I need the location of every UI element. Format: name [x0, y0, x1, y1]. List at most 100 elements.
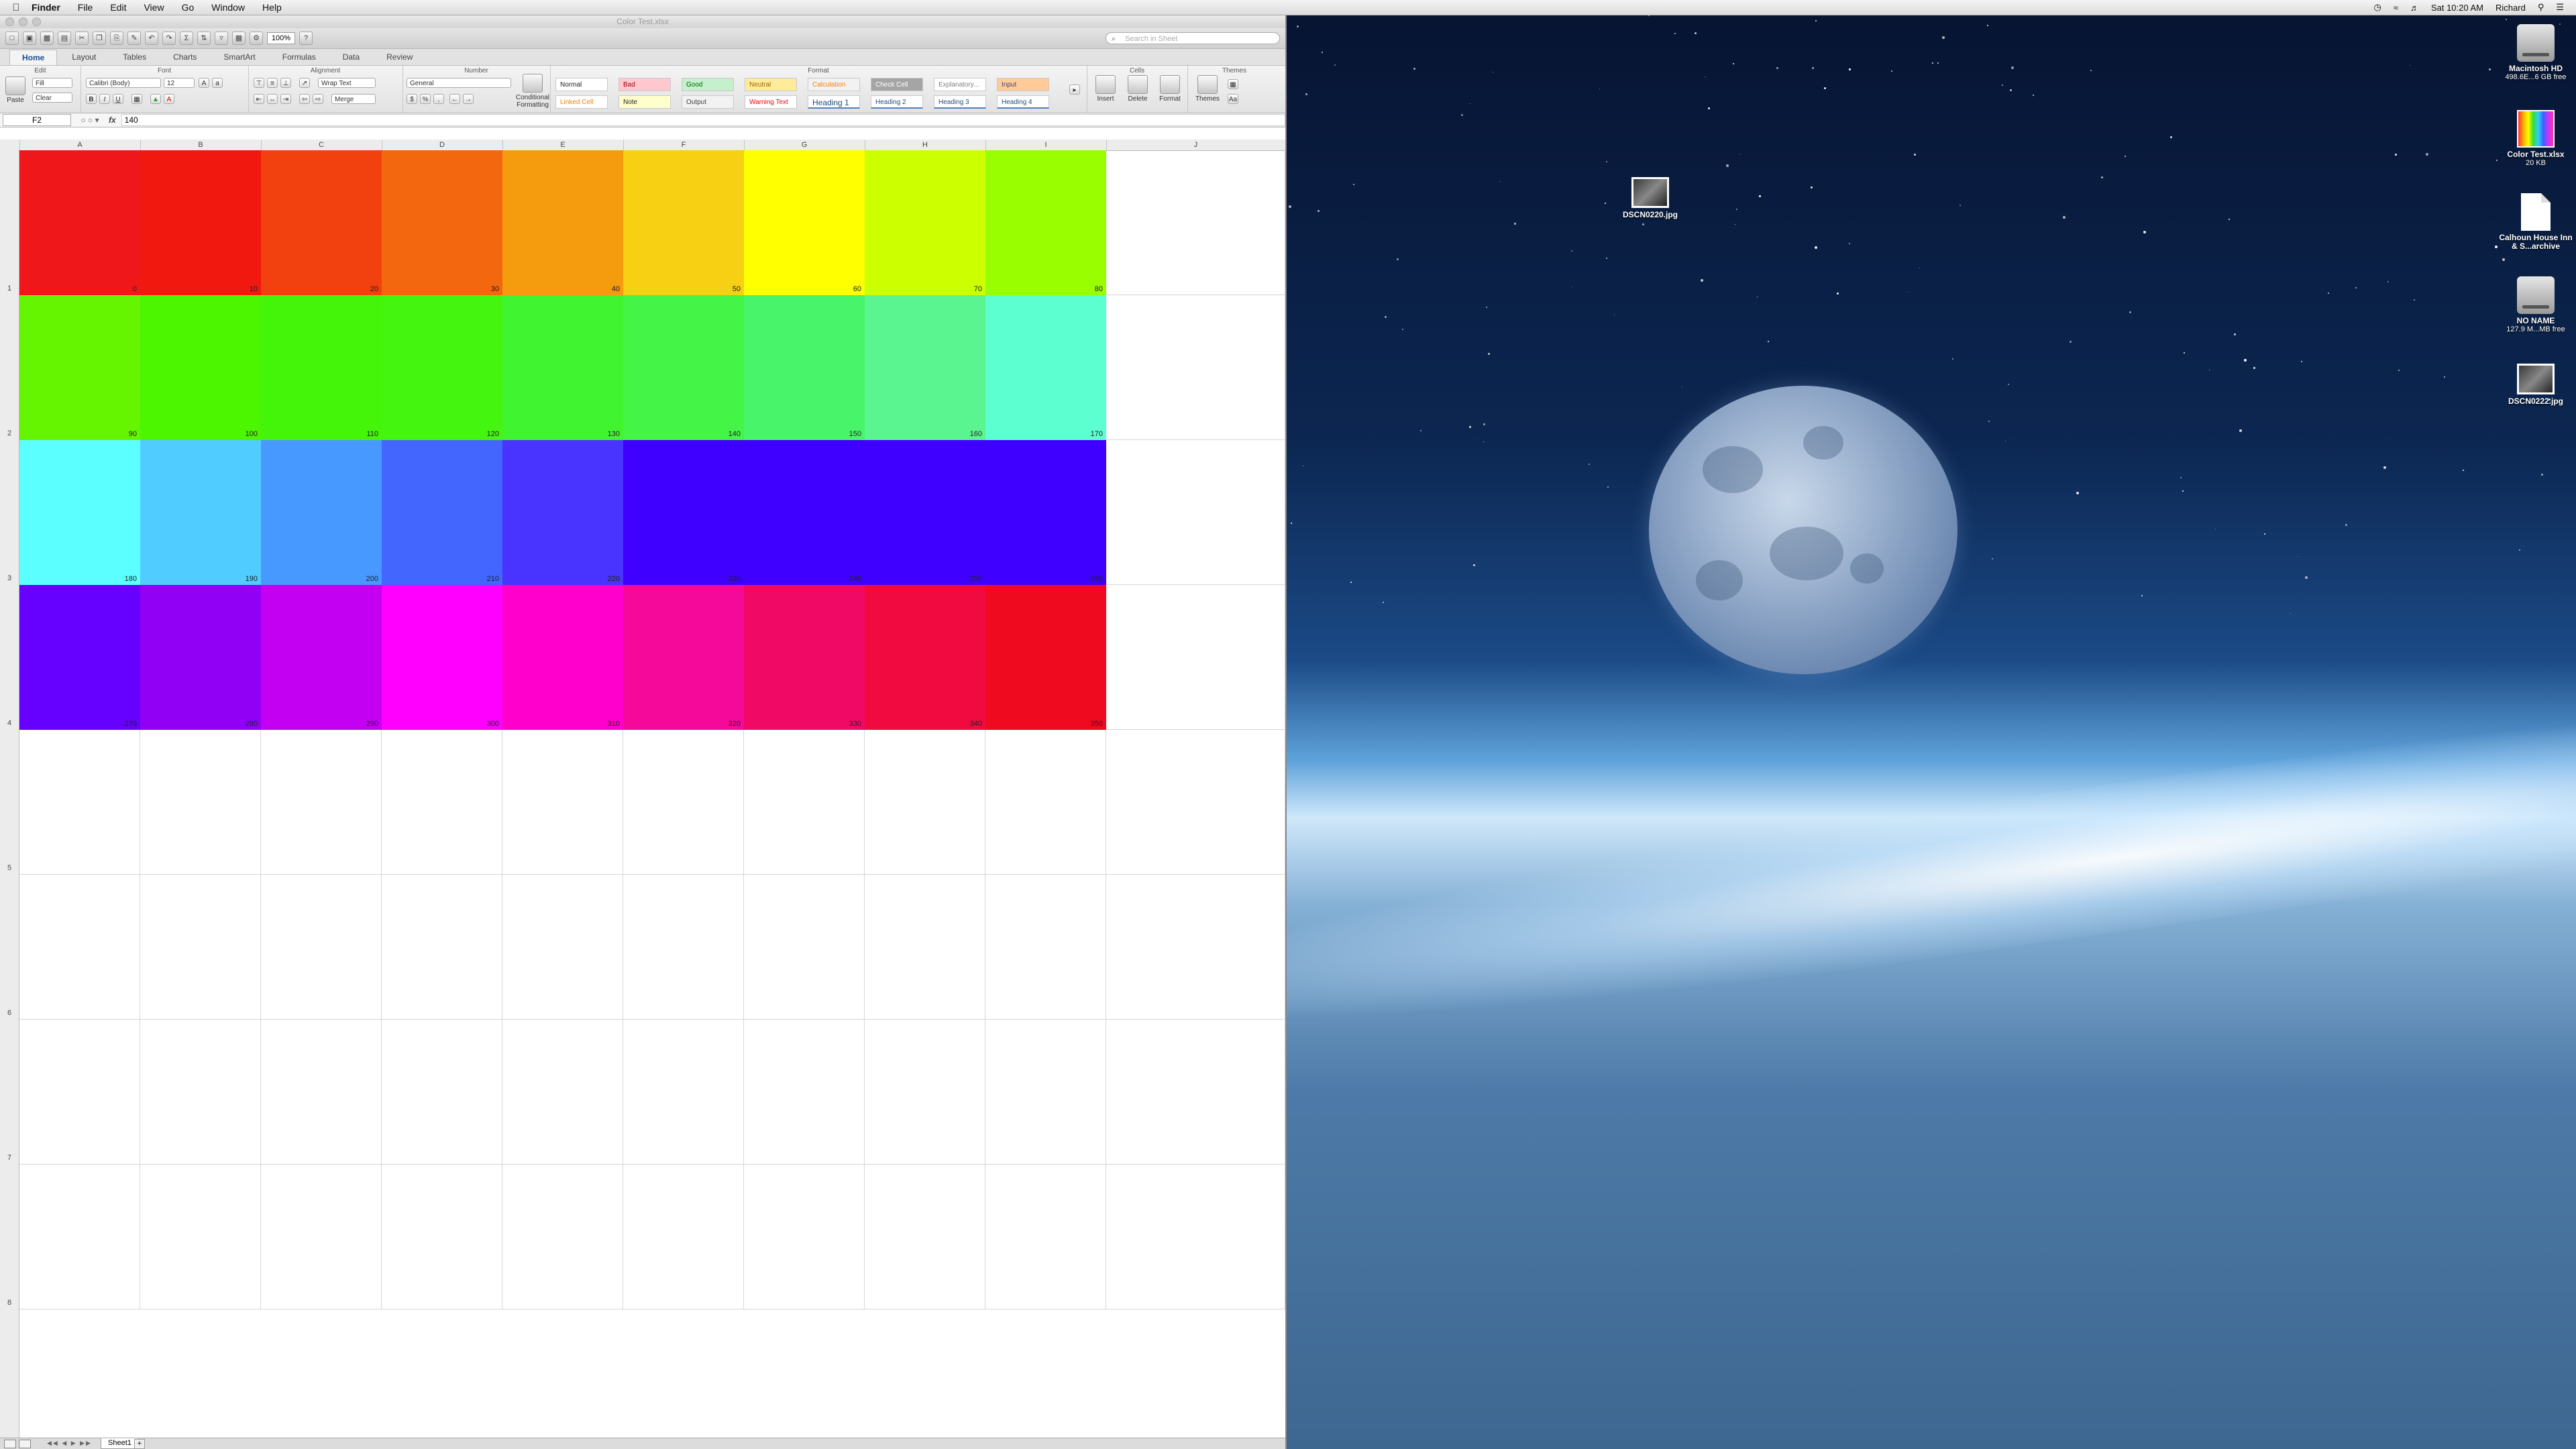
- wifi-icon[interactable]: ≈: [2394, 3, 2398, 13]
- cell-C2[interactable]: 110: [261, 295, 382, 440]
- search-input[interactable]: Search in Sheet: [1106, 32, 1280, 45]
- cell-C4[interactable]: 290: [261, 585, 382, 730]
- row-header[interactable]: 6: [0, 1009, 19, 1017]
- delete-button[interactable]: Delete: [1123, 75, 1152, 103]
- fill-color-button[interactable]: ▲: [150, 94, 161, 104]
- row-header[interactable]: 7: [0, 1154, 19, 1162]
- cell-I5[interactable]: [985, 730, 1106, 875]
- column-header[interactable]: A: [19, 140, 141, 150]
- menu-finder[interactable]: Finder: [23, 2, 69, 13]
- clear-button[interactable]: Clear: [32, 93, 72, 103]
- bold-button[interactable]: B: [86, 94, 97, 104]
- align-middle-button[interactable]: ≡: [267, 78, 278, 88]
- cell-G7[interactable]: [744, 1020, 865, 1165]
- sort-icon[interactable]: ⇅: [197, 32, 211, 45]
- cell-E2[interactable]: 130: [502, 295, 623, 440]
- cell-I1[interactable]: 80: [985, 150, 1106, 295]
- cell-G4[interactable]: 330: [744, 585, 865, 730]
- select-all-corner[interactable]: [0, 140, 20, 150]
- cell-F7[interactable]: [623, 1020, 744, 1165]
- menu-go[interactable]: Go: [173, 2, 203, 13]
- cell-style-bad[interactable]: Bad: [619, 78, 671, 91]
- cell-style-heading-2[interactable]: Heading 2: [871, 95, 923, 109]
- font-name-select[interactable]: Calibri (Body): [86, 78, 161, 88]
- cell-B4[interactable]: 280: [140, 585, 261, 730]
- title-bar[interactable]: Color Test.xlsx: [0, 15, 1285, 28]
- comma-format-button[interactable]: ,: [433, 94, 444, 104]
- menu-window[interactable]: Window: [203, 2, 254, 13]
- decrease-indent-button[interactable]: ⇦: [299, 94, 310, 104]
- cell-E6[interactable]: [502, 875, 623, 1020]
- open-icon[interactable]: ▣: [23, 32, 36, 45]
- cell-A1[interactable]: 0: [19, 150, 140, 295]
- cell-F6[interactable]: [623, 875, 744, 1020]
- row-header[interactable]: 2: [0, 429, 19, 437]
- desktop-icon-no-name[interactable]: NO NAME 127.9 M...MB free: [2496, 276, 2576, 334]
- menu-view[interactable]: View: [135, 2, 172, 13]
- align-right-button[interactable]: ⇥: [280, 94, 291, 104]
- spotlight-icon[interactable]: ⚲: [2538, 2, 2544, 13]
- cell-style-calculation[interactable]: Calculation: [808, 78, 860, 91]
- cell-H8[interactable]: [865, 1165, 985, 1309]
- cell-A5[interactable]: [19, 730, 140, 875]
- normal-view-icon[interactable]: [4, 1440, 16, 1448]
- cell-G8[interactable]: [744, 1165, 865, 1309]
- cell-E1[interactable]: 40: [502, 150, 623, 295]
- tab-home[interactable]: Home: [9, 49, 58, 65]
- column-header[interactable]: D: [382, 140, 503, 150]
- cell-H6[interactable]: [865, 875, 985, 1020]
- cell-G2[interactable]: 150: [744, 295, 865, 440]
- cell-J4[interactable]: [1106, 585, 1285, 730]
- menu-file[interactable]: File: [69, 2, 102, 13]
- tab-tables[interactable]: Tables: [111, 50, 158, 64]
- cell-D3[interactable]: 210: [382, 440, 502, 585]
- cell-style-warning-text[interactable]: Warning Text: [745, 95, 797, 109]
- copy-icon[interactable]: ❐: [93, 32, 106, 45]
- cell-D1[interactable]: 30: [382, 150, 502, 295]
- cell-D5[interactable]: [382, 730, 502, 875]
- tab-review[interactable]: Review: [374, 50, 425, 64]
- row-header[interactable]: 4: [0, 719, 19, 727]
- shrink-font-button[interactable]: a: [212, 78, 223, 88]
- cell-G5[interactable]: [744, 730, 865, 875]
- number-format-select[interactable]: General: [407, 78, 511, 88]
- decrease-decimal-button[interactable]: →: [463, 94, 474, 104]
- cell-B1[interactable]: 10: [140, 150, 261, 295]
- save-icon[interactable]: ▩: [40, 32, 54, 45]
- cell-F5[interactable]: [623, 730, 744, 875]
- tab-layout[interactable]: Layout: [60, 50, 108, 64]
- cell-B8[interactable]: [140, 1165, 261, 1309]
- cell-G6[interactable]: [744, 875, 865, 1020]
- user-name[interactable]: Richard: [2496, 3, 2526, 13]
- format-painter-icon[interactable]: ✎: [127, 32, 141, 45]
- cell-G3[interactable]: 240: [744, 440, 865, 585]
- wrap-text-button[interactable]: Wrap Text: [318, 78, 376, 88]
- tab-charts[interactable]: Charts: [161, 50, 209, 64]
- cell-A7[interactable]: [19, 1020, 140, 1165]
- paste-icon[interactable]: ⎘: [110, 32, 123, 45]
- apple-icon[interactable]: : [9, 2, 23, 13]
- themes-button[interactable]: Themes: [1193, 75, 1222, 103]
- italic-button[interactable]: I: [99, 94, 110, 104]
- cell-E5[interactable]: [502, 730, 623, 875]
- cell-E3[interactable]: 220: [502, 440, 623, 585]
- cell-style-explanatory[interactable]: Explanatory...: [934, 78, 986, 91]
- cell-I7[interactable]: [985, 1020, 1106, 1165]
- sheet-tab-sheet1[interactable]: Sheet1: [101, 1438, 139, 1449]
- cell-style-output[interactable]: Output: [682, 95, 734, 109]
- cell-G1[interactable]: 60: [744, 150, 865, 295]
- conditional-formatting-button[interactable]: Conditional Formatting: [515, 74, 550, 109]
- styles-more-arrow-icon[interactable]: ▸: [1069, 85, 1080, 95]
- page-layout-view-icon[interactable]: [19, 1440, 31, 1448]
- cell-style-note[interactable]: Note: [619, 95, 671, 109]
- row-header[interactable]: 3: [0, 574, 19, 582]
- font-size-select[interactable]: 12: [164, 78, 195, 88]
- cell-F8[interactable]: [623, 1165, 744, 1309]
- cell-D4[interactable]: 300: [382, 585, 502, 730]
- accounting-format-button[interactable]: $: [407, 94, 417, 104]
- underline-button[interactable]: U: [113, 94, 123, 104]
- column-header[interactable]: G: [744, 140, 865, 150]
- cell-J6[interactable]: [1106, 875, 1285, 1020]
- row-header[interactable]: 1: [0, 284, 19, 292]
- cell-style-heading-4[interactable]: Heading 4: [997, 95, 1049, 109]
